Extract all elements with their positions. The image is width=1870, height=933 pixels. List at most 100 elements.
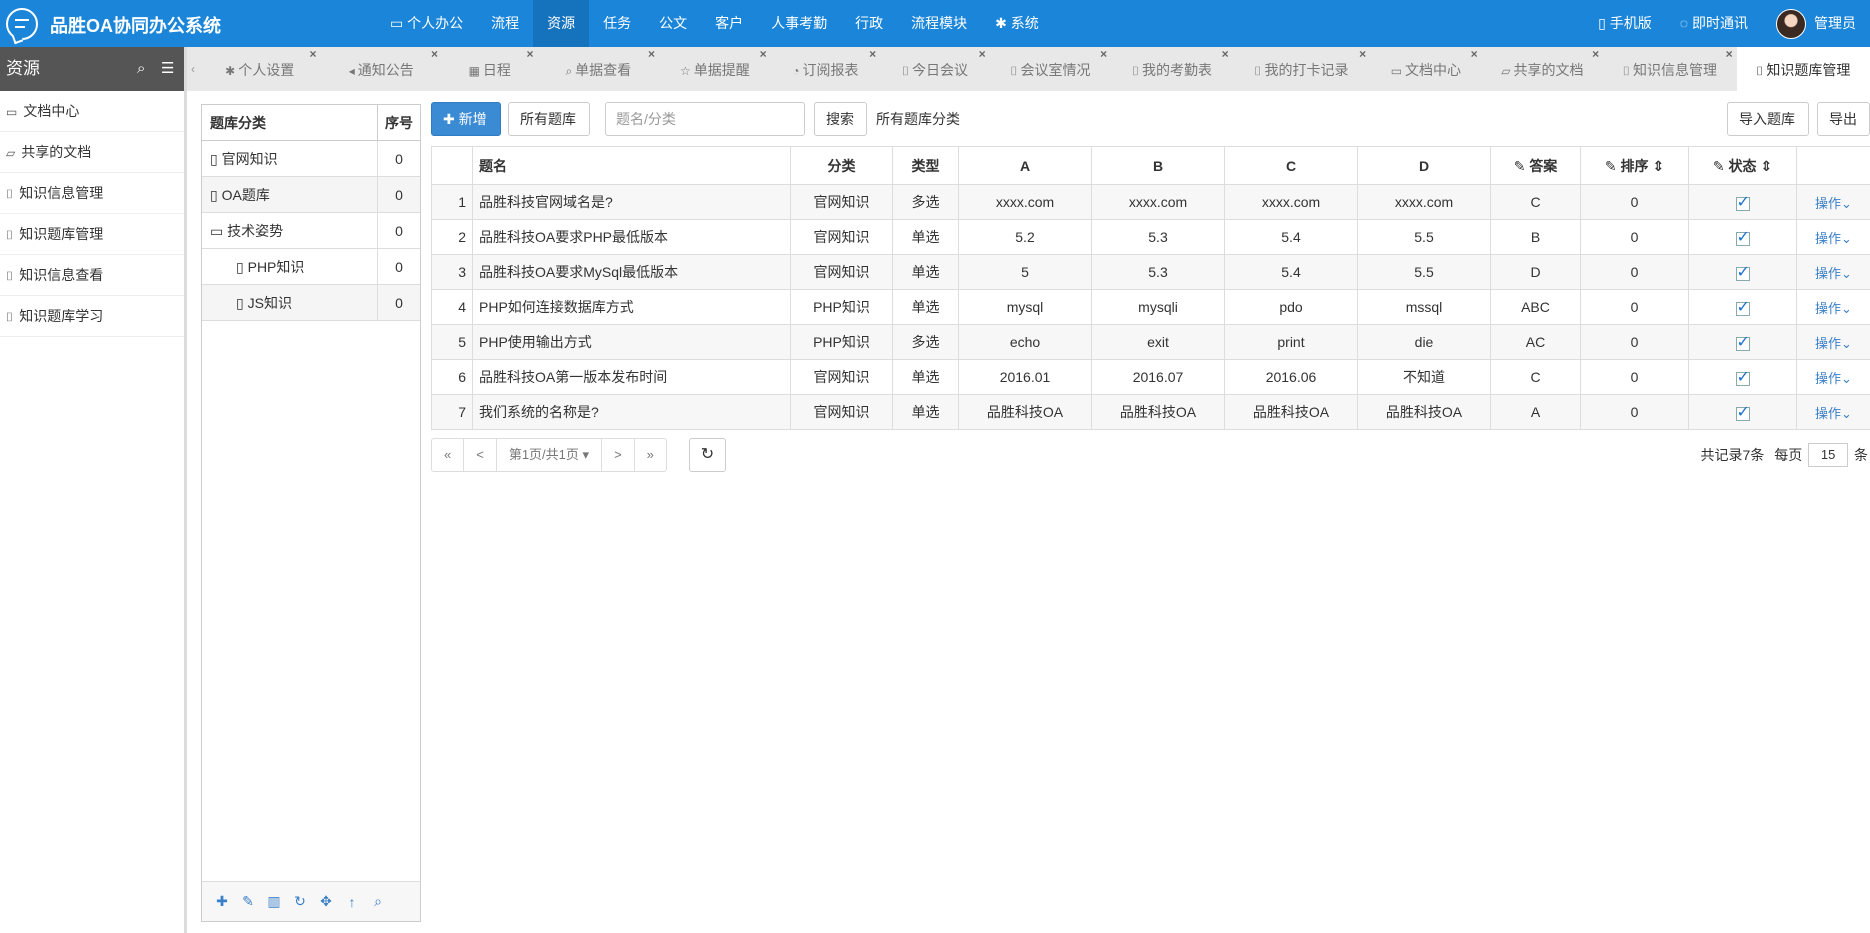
tab-shared-docs[interactable]: ▱ 共享的文档 × [1482,47,1604,91]
status-checkbox-icon[interactable]: ✓ [1735,334,1750,351]
export-button[interactable]: 导出 [1817,102,1870,136]
op-cell: 操作⌄ [1796,254,1870,290]
nav-item-personal-office[interactable]: ▭ 个人办公 [376,0,477,47]
close-icon[interactable]: × [1592,31,1599,77]
sidebar-item-knowledge-bank-study[interactable]: ⌷ 知识题库学习 [0,296,184,337]
up-arrow-icon[interactable]: ↑ [344,894,360,910]
operation-dropdown[interactable]: 操作⌄ [1815,196,1852,211]
menu-icon[interactable]: ☰ [161,47,174,91]
status-checkbox-icon[interactable]: ✓ [1735,404,1750,421]
tab-personal-settings[interactable]: ✱ 个人设置 × [199,47,321,91]
operation-dropdown[interactable]: 操作⌄ [1815,371,1852,386]
nav-item-resources[interactable]: 资源 [533,0,590,47]
status-checkbox-icon[interactable]: ✓ [1735,229,1750,246]
close-icon[interactable]: × [979,31,986,77]
operation-dropdown[interactable]: 操作⌄ [1815,301,1852,316]
close-icon[interactable]: × [648,31,655,77]
tab-subscribed-reports[interactable]: ◔ 订阅报表 × [771,47,881,91]
folder-icon: ▭ [1390,64,1403,78]
nav-item-workflow-module[interactable]: 流程模块 [897,0,981,47]
table-row[interactable]: 3 品胜科技OA要求MySql最低版本 官网知识 单选 5 5.3 5.4 5.5 D 0 ✓ 操作⌄ [431,254,1870,290]
close-icon[interactable]: × [869,31,876,77]
delete-icon[interactable]: ▥ [266,893,282,910]
add-icon[interactable]: ✚ [214,893,230,910]
nav-item-system[interactable]: ✱ 系统 [981,0,1053,47]
tab-today-meeting[interactable]: ⌷ 今日会议 × [880,47,990,91]
table-row[interactable]: 7 我们系统的名称是? 官网知识 单选 品胜科技OA 品胜科技OA 品胜科技OA 品胜科技OA… [431,394,1870,430]
category-row[interactable]: ▯ 官网知识 0 [202,141,420,177]
close-icon[interactable]: × [1726,31,1733,77]
col-header-sort[interactable]: ✎ 排序 ⇕ [1580,146,1689,185]
table-row[interactable]: 1 品胜科技官网域名是? 官网知识 多选 xxxx.com xxxx.com xxxx.co… [431,184,1870,220]
status-checkbox-icon[interactable]: ✓ [1735,264,1750,281]
search-icon[interactable]: ⌕ [370,893,386,910]
tab-my-attendance[interactable]: ⌷ 我的考勤表 × [1111,47,1233,91]
tab-notices[interactable]: ◂ 通知公告 × [320,47,442,91]
table-row[interactable]: 4 PHP如何连接数据库方式 PHP知识 单选 mysql mysqli pdo mssql A… [431,289,1870,325]
sidebar-item-knowledge-info-manage[interactable]: ⌷ 知识信息管理 [0,173,184,214]
tab-my-punch-records[interactable]: ⌷ 我的打卡记录 × [1233,47,1370,91]
user-menu[interactable]: 管理员 [1762,0,1870,47]
tab-schedule[interactable]: ▦ 日程 × [442,47,538,91]
next-page-button[interactable]: > [601,438,635,472]
category-sort-header: 序号 [385,115,413,131]
table-cell: 品胜科技OA [1357,394,1491,430]
search-icon[interactable]: ⌕ [137,47,145,91]
sidebar-item-knowledge-bank-manage[interactable]: ⌷ 知识题库管理 [0,214,184,255]
category-row[interactable]: ▯ OA题库 0 [202,177,420,213]
close-icon[interactable]: × [1100,31,1107,77]
prev-page-button[interactable]: < [463,438,497,472]
nav-item-customers[interactable]: 客户 [701,0,757,47]
tab-bill-reminder[interactable]: ☆ 单据提醒 × [659,47,771,91]
operation-dropdown[interactable]: 操作⌄ [1815,406,1852,421]
col-header-answer[interactable]: ✎ 答案 [1490,146,1581,185]
search-button[interactable]: 搜索 [814,102,867,136]
tab-knowledge-bank-manage[interactable]: ⌷ 知识题库管理 [1736,47,1870,91]
chevron-down-icon: ⌄ [1841,195,1852,211]
category-row[interactable]: ▭ 技术姿势 0 [202,213,420,249]
close-icon[interactable]: × [1359,31,1366,77]
table-row[interactable]: 6 品胜科技OA第一版本发布时间 官网知识 单选 2016.01 2016.07 2016.… [431,359,1870,395]
status-checkbox-icon[interactable]: ✓ [1735,369,1750,386]
operation-dropdown[interactable]: 操作⌄ [1815,266,1852,281]
refresh-icon[interactable]: ↻ [292,893,308,910]
col-header-status[interactable]: ✎ 状态 ⇕ [1688,146,1797,185]
operation-dropdown[interactable]: 操作⌄ [1815,336,1852,351]
refresh-button[interactable]: ↻ [689,438,726,472]
all-banks-button[interactable]: 所有题库 [508,102,590,136]
close-icon[interactable]: × [760,31,767,77]
page-size-input[interactable]: 15 [1808,443,1849,467]
tab-meeting-rooms[interactable]: ⌷ 会议室情况 × [990,47,1112,91]
nav-item-tasks[interactable]: 任务 [589,0,645,47]
tab-bill-view[interactable]: ⌕ 单据查看 × [538,47,660,91]
close-icon[interactable]: × [527,31,534,77]
close-icon[interactable]: × [1222,31,1229,77]
operation-dropdown[interactable]: 操作⌄ [1815,231,1852,246]
close-icon[interactable]: × [1471,31,1478,77]
status-checkbox-icon[interactable]: ✓ [1735,194,1750,211]
add-button[interactable]: ✚ 新增 [431,102,501,136]
close-icon[interactable]: × [431,31,438,77]
im-link[interactable]: ◌ 即时通讯 [1666,0,1762,47]
tab-scroll-left-icon[interactable]: ‹ [187,47,199,91]
last-page-button[interactable]: » [633,438,667,472]
table-row[interactable]: 5 PHP使用输出方式 PHP知识 多选 echo exit print die AC 0 ✓ 操作⌄ [431,324,1870,360]
search-input[interactable]: 题名/分类 [605,102,805,136]
move-icon[interactable]: ✥ [318,893,334,910]
tab-knowledge-info-manage[interactable]: ⌷ 知识信息管理 × [1603,47,1736,91]
import-button[interactable]: 导入题库 [1727,102,1809,136]
category-row[interactable]: ▯ JS知识 0 [202,285,420,321]
category-row[interactable]: ▯ PHP知识 0 [202,249,420,285]
table-row[interactable]: 2 品胜科技OA要求PHP最低版本 官网知识 单选 5.2 5.3 5.4 5.5 B 0 ✓ 操作⌄ [431,219,1870,255]
sidebar-item-doc-center[interactable]: ▭ 文档中心 [0,91,184,132]
first-page-button[interactable]: « [431,438,465,472]
nav-item-hr-attendance[interactable]: 人事考勤 [757,0,841,47]
edit-icon[interactable]: ✎ [240,893,256,910]
status-checkbox-icon[interactable]: ✓ [1735,299,1750,316]
sidebar-item-shared-docs[interactable]: ▱ 共享的文档 [0,132,184,173]
tab-doc-center[interactable]: ▭ 文档中心 × [1370,47,1482,91]
close-icon[interactable]: × [309,31,316,77]
sidebar-item-knowledge-info-view[interactable]: ⌷ 知识信息查看 [0,255,184,296]
nav-item-workflow[interactable]: 流程 [477,0,533,47]
page-select[interactable]: 第1页/共1页 ▾ [495,438,603,472]
